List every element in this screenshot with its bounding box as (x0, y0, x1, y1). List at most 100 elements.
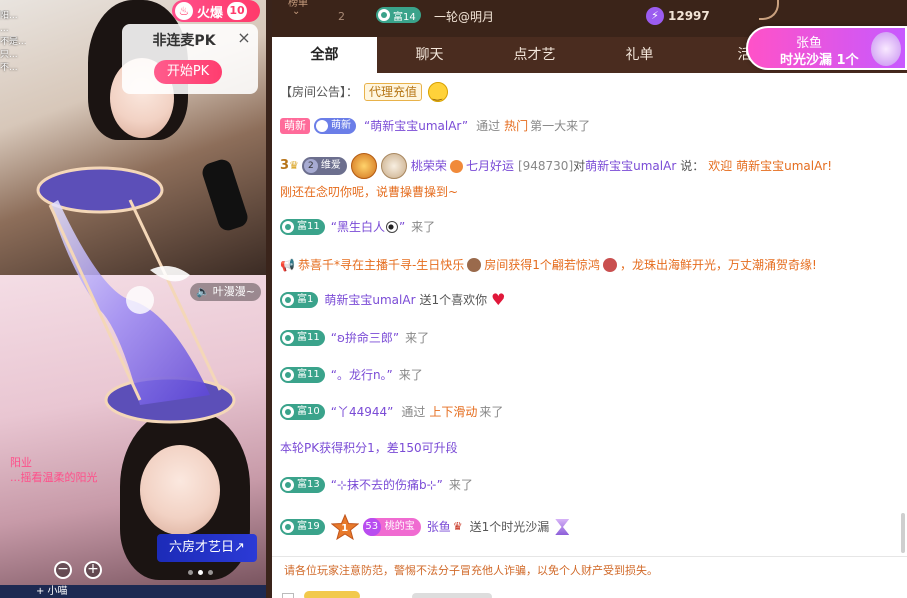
chevron-down-icon[interactable]: ⌄ (292, 6, 300, 17)
heart-icon: ♥ (491, 290, 506, 309)
wealth-label: 富11 (297, 221, 320, 232)
vip-label: 维爱 (320, 160, 341, 171)
wealth-label: 富14 (393, 11, 416, 23)
medal-icon (350, 153, 377, 179)
flame-icon: ♨ (175, 2, 193, 20)
wealth-icon (282, 221, 294, 233)
wealth-icon (282, 332, 294, 344)
gift-promo-banner[interactable]: 张鱼 时光沙漏 1个 (746, 26, 907, 70)
promo-gift: 时光沙漏 1个 (780, 53, 859, 68)
wealth-label: 富11 (297, 369, 320, 380)
announcement-label: 【房间公告】： (280, 85, 359, 99)
checkbox[interactable] (282, 593, 294, 598)
tab-chat[interactable]: 聊天 (377, 37, 482, 73)
wealth-badge: 富14 (376, 7, 421, 23)
hourglass-icon (555, 519, 570, 535)
username[interactable]: “丫44944” (331, 403, 394, 421)
via-text: 通过 (476, 119, 501, 133)
via-text: 通过 (401, 405, 426, 419)
rank-username[interactable]: 一轮@明月 (434, 8, 494, 25)
join-suffix: 来了 (448, 478, 473, 492)
overlay-line: 不是... (0, 37, 26, 47)
chat-row: 富1 萌新宝宝umalAr 送1个喜欢你 ♥ (280, 291, 885, 309)
vip-badge: 2 维爱 (301, 157, 347, 175)
tab-gift-list[interactable]: 礼单 (587, 37, 692, 73)
carousel-dots[interactable] (188, 570, 213, 575)
announcement-row: 【房间公告】： 代理充值 (280, 82, 885, 104)
gift-icon (467, 258, 482, 272)
username[interactable]: 萌新宝宝umalAr (585, 157, 676, 175)
carousel-dot[interactable] (198, 570, 203, 575)
newbie-badge: 萌新 (314, 118, 356, 134)
wealth-label: 富11 (297, 332, 320, 343)
caption-line: 阳业 (10, 456, 32, 469)
grey-bar (412, 593, 492, 598)
eye-icon (385, 221, 398, 233)
overlay-line: ... (0, 24, 9, 34)
username[interactable]: 张鱼 (427, 518, 451, 536)
wealth-badge: 富10 (280, 404, 325, 420)
join-suffix: 来了 (398, 368, 423, 382)
tab-all[interactable]: 全部 (272, 37, 377, 73)
rank-number: 2 (338, 10, 345, 23)
streamer2-face (140, 445, 220, 535)
hot-rank-badge[interactable]: ♨ 火爆 10 (172, 0, 260, 22)
scrollbar[interactable] (901, 513, 905, 553)
wealth-icon (282, 369, 294, 381)
tab-talent[interactable]: 点才艺 (482, 37, 587, 73)
username[interactable]: “ʚ拚命三郎” (331, 329, 399, 347)
zoom-in-button[interactable]: + (84, 561, 102, 579)
vip-num: 2 (303, 159, 318, 173)
bottom-strip: + 小喵 (0, 585, 266, 598)
wealth-icon (282, 406, 294, 418)
megaphone-icon: 📢 (280, 258, 295, 272)
medal-icon (380, 153, 407, 179)
zoom-out-button[interactable]: − (54, 561, 72, 579)
wealth-icon (282, 521, 294, 533)
chat-row: 3 ♛ 2 维爱 桃荣荣 七月好运 [948730] 对 萌新宝宝umalAr 说… (280, 153, 885, 179)
chat-row: 富19 1 53 桃的宝 张鱼 ♛ 送1个时光沙漏 (280, 514, 885, 540)
username[interactable]: “⊹抹不去的伤痛b⊹” (331, 476, 443, 494)
crown-icon: ♛ (289, 159, 299, 172)
broadcast-text: 恭喜千*寻在主播千寻-生日快乐 (297, 258, 465, 272)
crown-icon: ♛ (452, 520, 463, 533)
pk-card-title: 非连麦PK (152, 33, 216, 49)
newbie-tag: 萌新 (280, 118, 310, 134)
message-text-continued: 刚还在念叨你呢，说曹操曹操到~ (280, 185, 459, 199)
chat-row: 富11 “ʚ拚命三郎” 来了 (280, 329, 885, 347)
username[interactable]: 七月好运 (466, 157, 514, 175)
system-row: 本轮PK获得积分1，差150可升段 (280, 439, 885, 457)
carousel-dot[interactable] (188, 570, 193, 575)
join-suffix: 来了 (411, 220, 436, 234)
hot-level: 10 (227, 2, 248, 20)
username[interactable]: “黑生白人 (331, 218, 385, 236)
start-pk-button[interactable]: 开始PK (154, 60, 222, 84)
wealth-label: 富19 (297, 521, 320, 532)
pink-caption: 阳业 ...摇看温柔的阳光 (10, 455, 98, 485)
username[interactable]: 萌新宝宝umalAr (324, 291, 415, 309)
overlay-line: 阳... (0, 11, 18, 21)
wealth-badge: 富11 (280, 367, 325, 383)
username[interactable]: “萌新宝宝umalAr” (364, 117, 468, 135)
fan-badge: 53 桃的宝 (362, 518, 421, 536)
carousel-dot[interactable] (208, 570, 213, 575)
dancer-icon (602, 258, 617, 272)
wealth-icon (282, 294, 294, 306)
wealth-icon (378, 9, 390, 21)
close-icon[interactable]: × (236, 28, 252, 47)
username[interactable]: 桃荣荣 (411, 157, 447, 175)
join-suffix: 第一大来了 (530, 119, 591, 133)
bolt-icon: ⚡ (646, 7, 664, 25)
chat-feed[interactable]: 【房间公告】： 代理充值 萌新 萌新 “萌新宝宝umalAr” 通过 热门 第一… (272, 73, 907, 556)
message-text: 欢迎 萌新宝宝umalAr! (708, 159, 833, 173)
room-talent-day-button[interactable]: 六房才艺日↗ (157, 534, 257, 562)
cam-name-label: 叶漫漫~ (212, 285, 255, 298)
fan-label: 桃的宝 (384, 521, 415, 532)
announcement-tag[interactable]: 代理充值 (364, 83, 423, 101)
coin-value: 12997 (668, 9, 710, 23)
chat-row: 萌新 萌新 “萌新宝宝umalAr” 通过 热门 第一大来了 (280, 117, 885, 135)
wealth-label: 富10 (297, 406, 320, 417)
input-area-partial (272, 584, 907, 598)
cam-name-tag: 🔈 叶漫漫~ (190, 283, 261, 301)
username[interactable]: “。龙行n。” (331, 366, 393, 384)
